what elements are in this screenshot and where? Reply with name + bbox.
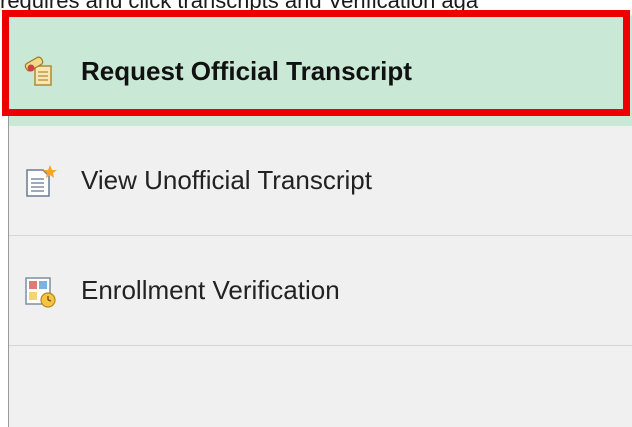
diploma-icon bbox=[24, 56, 52, 86]
empty-menu-row bbox=[9, 346, 632, 427]
instruction-text: requires and click transcripts and Verif… bbox=[0, 0, 632, 12]
menu-item-label: Request Official Transcript bbox=[81, 55, 412, 86]
screenshot: requires and click transcripts and Verif… bbox=[0, 0, 632, 427]
menu-item-label: Enrollment Verification bbox=[81, 275, 340, 305]
menu-item-label: View Unofficial Transcript bbox=[81, 165, 372, 195]
menu-item-view-unofficial-transcript[interactable]: View Unofficial Transcript bbox=[9, 126, 632, 236]
menu-item-request-official-transcript[interactable]: Request Official Transcript bbox=[9, 16, 632, 126]
document-star-icon bbox=[26, 164, 57, 197]
menu-item-enrollment-verification[interactable]: Enrollment Verification bbox=[9, 236, 632, 346]
transcript-menu-panel: Request Official Transcript View Unoffic… bbox=[8, 14, 632, 427]
verification-clock-icon bbox=[25, 276, 56, 308]
